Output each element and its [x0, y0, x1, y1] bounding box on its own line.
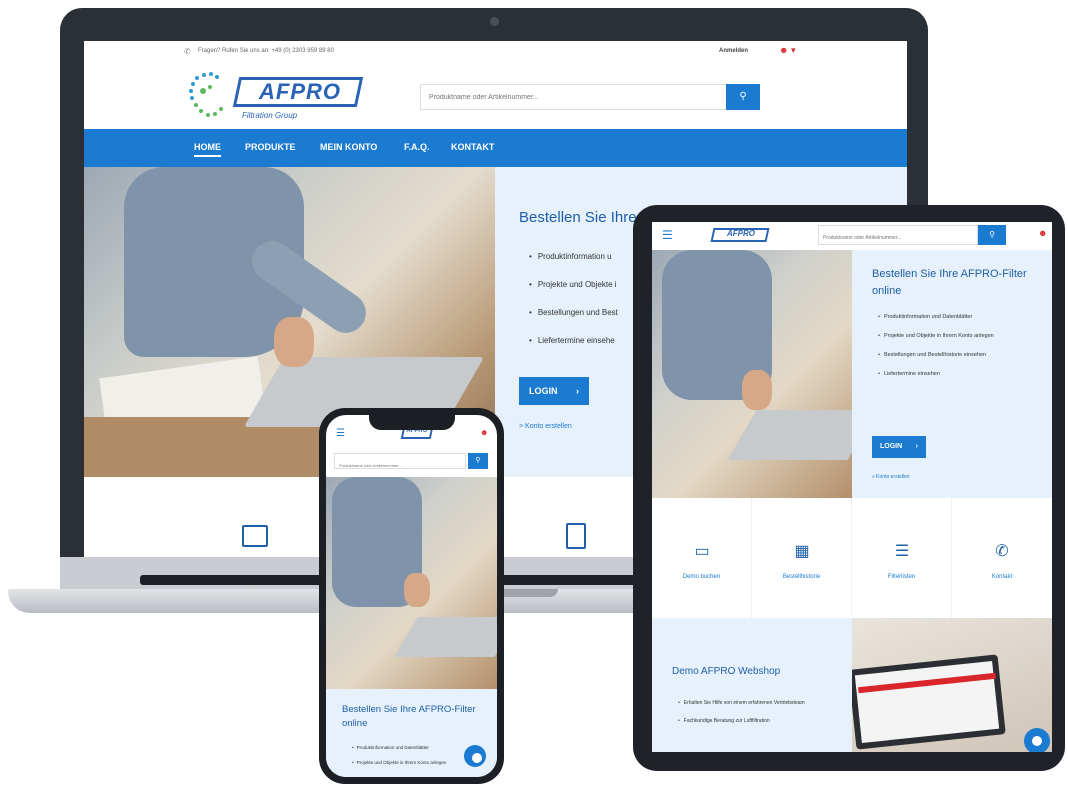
- laptop-camera: [490, 17, 499, 26]
- nav-kontakt[interactable]: KONTAKT: [451, 142, 494, 152]
- feature-kontakt[interactable]: ✆ Kontakt: [952, 498, 1052, 618]
- list-item: Produktinformation und Datenblätter: [878, 314, 1043, 321]
- tablet-site: ☰ AFPRO ⚲ ☻ Bestellen Sie Ihre AFPRO-Fil…: [652, 222, 1052, 752]
- nav-faq[interactable]: F.A.Q.: [404, 142, 430, 152]
- tablet-search-input[interactable]: [819, 229, 977, 247]
- checklist-icon: ☰: [894, 543, 910, 560]
- list-item: Produktinformation u: [529, 252, 618, 280]
- calendar-icon: ▦: [794, 543, 810, 560]
- hotline-text: Fragen? Rufen Sie uns an: +49 (0) 2303 9…: [198, 48, 334, 54]
- phone-notch: [369, 414, 455, 430]
- feature-bestellhistorie[interactable]: ▦ Bestellhistorie: [752, 498, 852, 618]
- search-input[interactable]: [421, 85, 727, 109]
- user-icon[interactable]: ☻: [1038, 228, 1047, 238]
- tablet-hero-image: [652, 250, 852, 498]
- phone-hero-image: [326, 477, 497, 689]
- tablet-search-button[interactable]: ⚲: [978, 225, 1006, 245]
- afpro-logo[interactable]: AFPRO Filtration Group: [184, 67, 384, 125]
- tablet-search-field[interactable]: [818, 225, 978, 247]
- login-label: LOGIN: [880, 443, 903, 450]
- demo-image: [852, 618, 1052, 752]
- list-item: Liefertermine einsehe: [529, 336, 618, 364]
- nav-home[interactable]: HOME: [194, 142, 221, 157]
- demo-section: Demo AFPRO Webshop Erhalten Sie Hilfe vo…: [652, 618, 852, 752]
- tablet-hero-bullets: Produktinformation und Datenblätter Proj…: [878, 314, 1043, 390]
- phone-icon: ✆: [184, 47, 191, 56]
- search-icon: ⚲: [989, 230, 995, 239]
- search-icon: ⚲: [739, 91, 747, 102]
- tablet-login-button[interactable]: LOGIN ›: [872, 436, 926, 458]
- tablet-create-account-link[interactable]: » Konto erstellen: [872, 474, 910, 480]
- logo-wordmark: AFPRO: [259, 79, 341, 104]
- feature-label: Filterlisten: [887, 574, 916, 580]
- search-field[interactable]: [420, 84, 728, 110]
- feature-label: Bestellhistorie: [782, 574, 821, 580]
- phone-search-input[interactable]: [335, 458, 465, 473]
- nav-produkte[interactable]: PRODUKTE: [245, 142, 296, 152]
- chevron-right-icon: ›: [576, 386, 579, 396]
- feature-filterlisten[interactable]: ☰ Filterlisten: [852, 498, 952, 618]
- list-item: Liefertermine einsehen: [878, 371, 1043, 378]
- signin-link[interactable]: Anmelden: [719, 48, 748, 54]
- list-item: Projekte und Objekte i: [529, 280, 618, 308]
- phone-hero-bullets: Produktinformation und Datenblätter Proj…: [352, 745, 482, 775]
- nav-mein-konto[interactable]: MEIN KONTO: [320, 142, 377, 152]
- demo-title: Demo AFPRO Webshop: [672, 666, 781, 677]
- hero-title: Bestellen Sie Ihre: [519, 209, 637, 226]
- menu-icon[interactable]: ☰: [336, 428, 345, 439]
- search-button[interactable]: ⚲: [726, 84, 760, 110]
- logo-swirl-icon: [189, 72, 223, 117]
- list-item: Projekte und Objekte in Ihrem Konto anle…: [878, 333, 1043, 340]
- create-account-link[interactable]: > Konto erstellen: [519, 423, 572, 430]
- tablet-hero-panel: Bestellen Sie Ihre AFPRO-Filter online P…: [852, 250, 1052, 498]
- list-item: Erhalten Sie Hilfe von einem erfahrenen …: [678, 700, 838, 706]
- presentation-icon: ▭: [694, 543, 710, 560]
- feature-label: Demo buchen: [682, 574, 721, 580]
- phone-search-field[interactable]: [334, 453, 466, 473]
- phone-site: ☰ AFPRO ☻ ⚲ Bestellen Sie Ihre AFPRO-Fil…: [326, 415, 497, 777]
- phone-hero-title: Bestellen Sie Ihre AFPRO-Filter online: [342, 704, 476, 729]
- logo-tagline: Filtration Group: [242, 111, 298, 120]
- user-icon[interactable]: ☻ ▾: [779, 45, 796, 56]
- chevron-right-icon: ›: [915, 443, 918, 450]
- login-button[interactable]: LOGIN ›: [519, 377, 589, 405]
- tablet-hero-title: Bestellen Sie Ihre AFPRO-Filter online: [872, 268, 1027, 297]
- tablet-header: ☰ AFPRO ⚲ ☻: [652, 222, 1052, 250]
- mockup-stage: ✆ Fragen? Rufen Sie uns an: +49 (0) 2303…: [0, 0, 1068, 787]
- list-item: Fachkundige Beratung zur Luftfiltration: [678, 718, 838, 724]
- list-item: Produktinformation und Datenblätter: [352, 745, 482, 750]
- chat-icon[interactable]: [1024, 728, 1050, 752]
- login-label: LOGIN: [529, 386, 558, 396]
- hero-bullets: Produktinformation u Projekte und Objekt…: [529, 252, 618, 364]
- chat-icon[interactable]: [464, 745, 486, 767]
- main-nav: HOME PRODUKTE MEIN KONTO F.A.Q. KONTAKT: [84, 129, 907, 167]
- topbar: ✆ Fragen? Rufen Sie uns an: +49 (0) 2303…: [84, 41, 907, 63]
- demo-bullets: Erhalten Sie Hilfe von einem erfahrenen …: [678, 700, 838, 736]
- list-item: Bestellungen und Bestellhistorie einsehe…: [878, 352, 1043, 359]
- phone-icon: ✆: [995, 543, 1009, 560]
- tablet-feature-row: ▭ Demo buchen ▦ Bestellhistorie ☰ Filter…: [652, 498, 1052, 618]
- checklist-icon[interactable]: [566, 523, 586, 549]
- list-item: Projekte und Objekte in Ihrem Konto anle…: [352, 760, 482, 765]
- phone-search-button[interactable]: ⚲: [468, 453, 488, 469]
- feature-label: Kontakt: [991, 574, 1013, 580]
- menu-icon[interactable]: ☰: [662, 228, 673, 242]
- search-icon: ⚲: [475, 457, 481, 464]
- tablet-logo[interactable]: AFPRO: [714, 229, 768, 238]
- list-item: Bestellungen und Best: [529, 308, 618, 336]
- user-icon[interactable]: ☻: [480, 428, 488, 437]
- feature-demo-buchen[interactable]: ▭ Demo buchen: [652, 498, 752, 618]
- presentation-icon[interactable]: [242, 525, 268, 547]
